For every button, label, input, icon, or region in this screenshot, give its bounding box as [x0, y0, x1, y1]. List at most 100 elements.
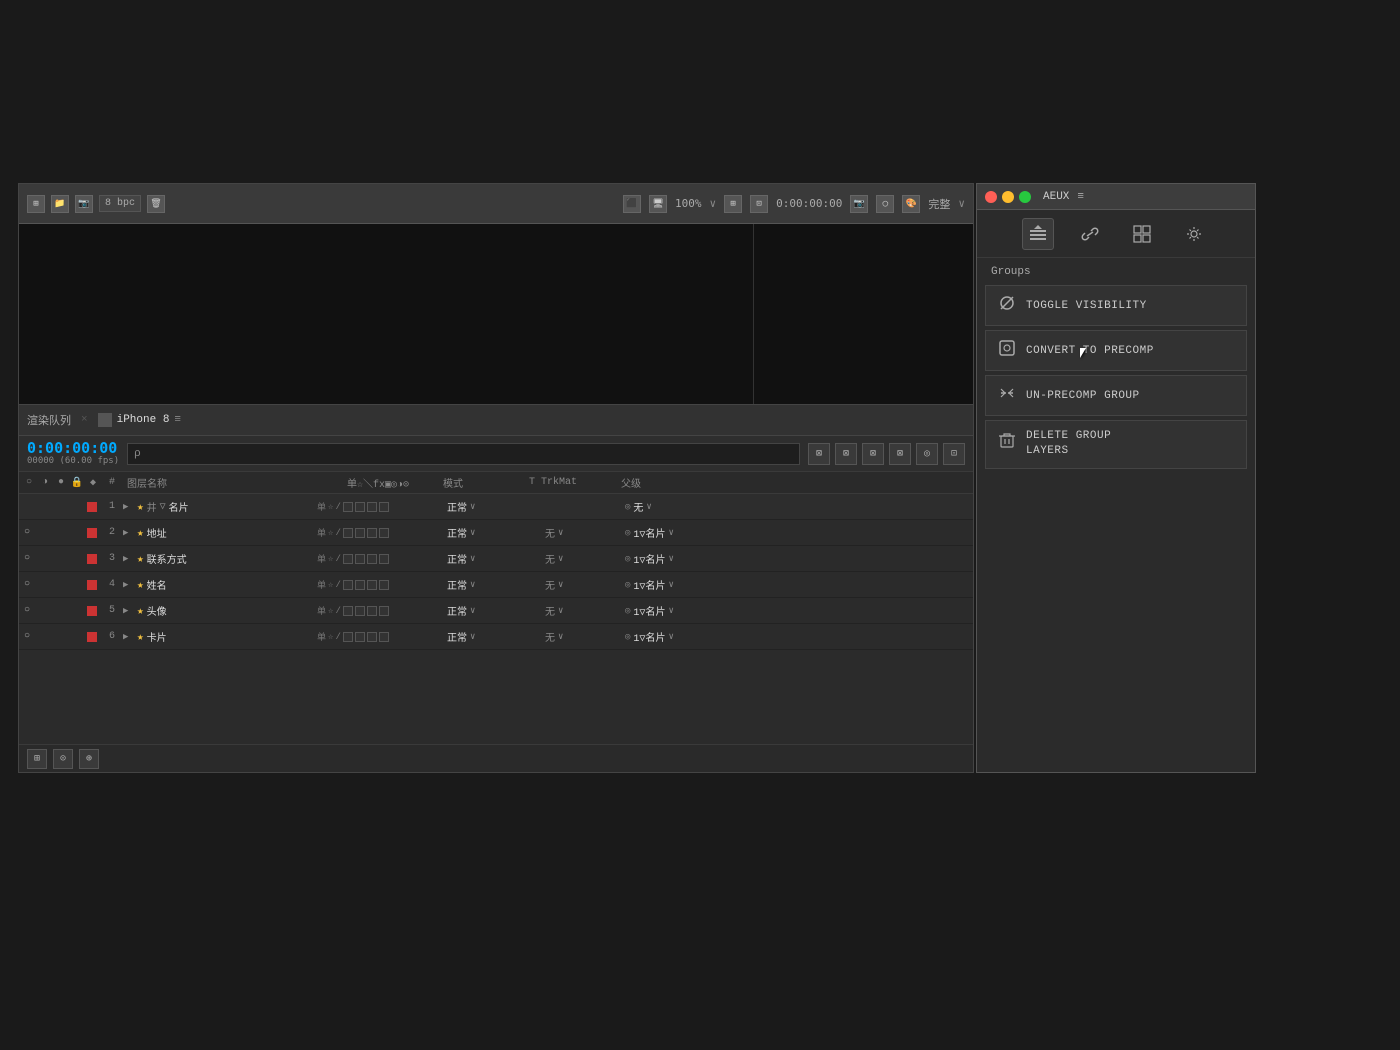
layer2-label[interactable] [84, 526, 100, 540]
layer5-name-cell: ★ 头像 [137, 603, 317, 619]
color-icon[interactable]: 🎨 [902, 195, 920, 213]
toggle-vis-icon [998, 294, 1016, 317]
layer6-vis[interactable]: ○ [19, 631, 35, 642]
delete-line2: LAYERS [1026, 444, 1111, 459]
layer5-num: 5 [101, 605, 123, 616]
hdr-name: 图层名称 [123, 475, 313, 491]
un-precomp-button[interactable]: UN-PRECOMP GROUP [985, 375, 1247, 416]
minimize-button[interactable] [1002, 191, 1014, 203]
layer3-star: ★ [137, 552, 144, 566]
marker-btn[interactable]: ◎ [916, 443, 938, 465]
expand-icon[interactable]: ⊞ [724, 195, 742, 213]
search-bar[interactable]: ρ [127, 443, 800, 465]
layer3-num: 3 [101, 553, 123, 564]
ae-layers: ○ ◑ ● 🔒 ◆ # 图层名称 单☆＼fx▣◎◑⊙ 模式 T TrkMat 父… [19, 472, 973, 744]
layer2-num: 2 [101, 527, 123, 538]
layer2-trkmat: 无 ∨ [545, 525, 625, 541]
layer3-vis[interactable]: ○ [19, 553, 35, 564]
current-time: 0:00:00:00 [27, 441, 119, 456]
un-precomp-icon [998, 384, 1016, 407]
layer1-hash: 井 [147, 499, 157, 515]
layer3-expand[interactable]: ▶ [123, 554, 137, 564]
tab-render-queue[interactable]: 渲染队列 [27, 412, 71, 428]
graph-btn[interactable]: ⊠ [862, 443, 884, 465]
solo-btn[interactable]: ⊠ [889, 443, 911, 465]
layer1-switches: 单 ☆ / [317, 500, 447, 513]
layer4-switches: 单 ☆ / [317, 578, 447, 591]
layer5-expand[interactable]: ▶ [123, 606, 137, 616]
work-area-btn[interactable]: ⊡ [943, 443, 965, 465]
layer-row[interactable]: ○ 5 ▶ ★ 头像 单 ☆ / [19, 598, 973, 624]
layer-row[interactable]: ○ 2 ▶ ★ 地址 单 ☆ / [19, 520, 973, 546]
solo-btn[interactable]: ⊙ [53, 749, 73, 769]
render-icon[interactable]: 📷 [75, 195, 93, 213]
layer5-vis[interactable]: ○ [19, 605, 35, 616]
lock-btn[interactable]: ⊕ [79, 749, 99, 769]
display-icon[interactable]: 🖥 [649, 195, 667, 213]
tab-menu-icon[interactable]: ≡ [174, 414, 181, 426]
layer-row[interactable]: ○ 6 ▶ ★ 卡片 单 ☆ / [19, 624, 973, 650]
layer-row[interactable]: ○ 4 ▶ ★ 姓名 单 ☆ / [19, 572, 973, 598]
layer2-expand[interactable]: ▶ [123, 528, 137, 538]
delete-group-button[interactable]: DELETE GROUP LAYERS [985, 420, 1247, 469]
link-tool-btn[interactable] [1074, 218, 1106, 250]
layer6-expand[interactable]: ▶ [123, 632, 137, 642]
3d-btn[interactable]: ⊠ [835, 443, 857, 465]
timecode-display: 0:00:00:00 [776, 197, 842, 210]
layer6-star: ★ [137, 630, 144, 644]
hdr-lock: 🔒 [69, 477, 85, 489]
maximize-button[interactable] [1019, 191, 1031, 203]
layer4-vis[interactable]: ○ [19, 579, 35, 590]
layer4-label[interactable] [84, 578, 100, 592]
layer-row[interactable]: 1 ▶ ★ 井 ▽ 名片 单 ☆ / 正常 [19, 494, 973, 520]
motion-blur-btn[interactable]: ⊠ [808, 443, 830, 465]
bpc-badge: 8 bpc [99, 195, 141, 212]
layer1-parent: ◎ 无 ∨ [625, 499, 725, 515]
layer5-label[interactable] [84, 604, 100, 618]
desktop: ⊞ 📁 📷 8 bpc 🗑 ⬛ 🖥 100% ∨ ⊞ ⊡ 0:00:00:00 … [0, 0, 1400, 1050]
toggle-visibility-button[interactable]: TOGGLE VISIBILITY [985, 285, 1247, 326]
ae-top-bar: ⊞ 📁 📷 8 bpc 🗑 ⬛ 🖥 100% ∨ ⊞ ⊡ 0:00:00:00 … [19, 184, 973, 224]
delete-line1: DELETE GROUP [1026, 429, 1111, 444]
ae-timeline-controls: 0:00:00:00 00000 (60.00 fps) ρ ⊠ ⊠ ⊠ ⊠ ◎… [19, 436, 973, 472]
layer3-switches: 单 ☆ / [317, 552, 447, 565]
aeux-titlebar: AEUX ≡ [977, 184, 1255, 210]
layer6-label[interactable] [84, 630, 100, 644]
timeline-btn-group: ⊠ ⊠ ⊠ ⊠ ◎ ⊡ [808, 443, 965, 465]
correction-icon[interactable]: ◯ [876, 195, 894, 213]
layer3-label[interactable] [84, 552, 100, 566]
camera-icon[interactable]: 📷 [850, 195, 868, 213]
comp-color-swatch [98, 413, 112, 427]
aeux-title: AEUX [1043, 191, 1069, 203]
layer1-expand[interactable]: ▶ [123, 502, 137, 512]
hdr-solo: ● [53, 477, 69, 488]
layer2-switches: 单 ☆ / [317, 526, 447, 539]
close-button[interactable] [985, 191, 997, 203]
layer-row[interactable]: ○ 3 ▶ ★ 联系方式 单 ☆ / [19, 546, 973, 572]
delete-text: DELETE GROUP LAYERS [1026, 429, 1111, 460]
layer2-name: 地址 [147, 525, 167, 541]
grid-tool-btn[interactable] [1126, 218, 1158, 250]
aeux-menu-icon[interactable]: ≡ [1077, 191, 1084, 203]
settings-tool-btn[interactable] [1178, 218, 1210, 250]
convert-precomp-button[interactable]: CONVERT TO PRECOMP [985, 330, 1247, 371]
ae-window: ⊞ 📁 📷 8 bpc 🗑 ⬛ 🖥 100% ∨ ⊞ ⊡ 0:00:00:00 … [18, 183, 974, 773]
trash-icon[interactable]: 🗑 [147, 195, 165, 213]
new-comp-btn[interactable]: ⊞ [27, 749, 47, 769]
layer2-vis[interactable]: ○ [19, 527, 35, 538]
layer6-num: 6 [101, 631, 123, 642]
layer4-expand[interactable]: ▶ [123, 580, 137, 590]
layers-tool-btn[interactable] [1022, 218, 1054, 250]
folder-icon[interactable]: 📁 [51, 195, 69, 213]
layer1-label[interactable] [84, 500, 100, 514]
col-header-row: ○ ◑ ● 🔒 ◆ # 图层名称 单☆＼fx▣◎◑⊙ 模式 T TrkMat 父… [19, 472, 973, 494]
tab-iphone8[interactable]: iPhone 8 ≡ [98, 413, 181, 427]
composition-icon[interactable]: ⊞ [27, 195, 45, 213]
zoom-display: 100% [675, 197, 702, 210]
hdr-vis: ○ [21, 477, 37, 488]
monitor-icon[interactable]: ⬛ [623, 195, 641, 213]
crop-icon[interactable]: ⊡ [750, 195, 768, 213]
hdr-parent: 父级 [621, 475, 721, 491]
convert-precomp-label: CONVERT TO PRECOMP [1026, 345, 1154, 357]
quality-display: 完整 [928, 196, 950, 212]
